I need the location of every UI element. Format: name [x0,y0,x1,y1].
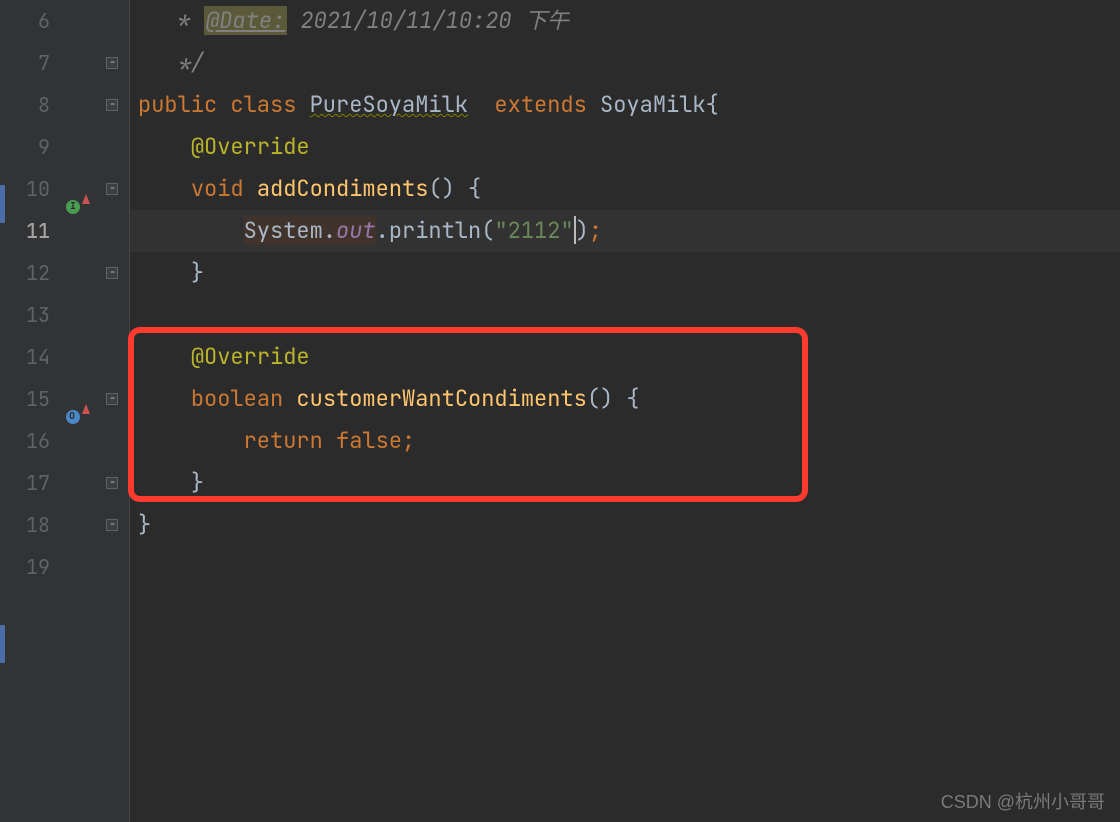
paren: ) [576,216,589,245]
fold-collapse-icon[interactable] [106,56,122,72]
keyword: boolean [191,384,297,413]
code-line[interactable]: boolean customerWantCondiments() { [138,378,1120,420]
annotation: @Override [191,132,310,161]
method-declaration: addCondiments [257,174,429,203]
fold-collapse-icon[interactable] [106,266,122,282]
fold-gutter [100,0,130,822]
code-line[interactable] [138,294,1120,336]
brace: } [138,510,151,539]
fold-collapse-icon[interactable] [106,182,122,198]
line-number[interactable]: 7 [0,42,60,84]
code-line[interactable]: } [138,252,1120,294]
code-line[interactable]: @Override [138,126,1120,168]
method-call: println [389,216,481,245]
brace: } [191,258,204,287]
brace: } [191,468,204,497]
code-line[interactable]: * @Date: 2021/10/11/10:20 下午 [138,0,1120,42]
code-line[interactable]: */ [138,42,1120,84]
code-line-current[interactable]: System.out.println("2112"); [138,210,1120,252]
line-number[interactable]: 6 [0,0,60,42]
code-line[interactable]: return false; [138,420,1120,462]
brace: { [706,90,719,119]
code-editor[interactable]: 6 7 8 9 10 11 12 13 14 15 16 17 18 19 [0,0,1120,822]
comment-text: 2021/10/11/10:20 下午 [287,6,569,35]
gutter-markers [60,0,100,822]
line-number[interactable]: 13 [0,294,60,336]
params: () [587,384,613,413]
semicolon: ; [402,426,415,455]
code-line[interactable]: void addCondiments() { [138,168,1120,210]
comment-text: * [164,6,204,35]
fold-collapse-icon[interactable] [106,476,122,492]
comment-text: */ [164,48,204,77]
line-number-gutter[interactable]: 6 7 8 9 10 11 12 13 14 15 16 17 18 19 [0,0,60,822]
string-literal: "2112" [494,216,573,245]
params: () [428,174,454,203]
keyword: return [244,426,336,455]
modification-indicator [0,185,5,223]
code-line[interactable] [138,546,1120,588]
keyword: void [191,174,257,203]
implements-method-icon[interactable] [66,192,84,210]
overrides-method-icon[interactable] [66,402,84,420]
method-declaration: customerWantCondiments [296,384,586,413]
line-number[interactable]: 14 [0,336,60,378]
line-number[interactable]: 15 [0,378,60,420]
line-number[interactable]: 19 [0,546,60,588]
keyword: public [138,90,230,119]
class-name: PureSoyaMilk [310,90,468,119]
static-field: out [336,216,376,245]
annotation: @Override [191,342,310,371]
keyword: class [230,90,309,119]
line-number[interactable]: 9 [0,126,60,168]
line-number[interactable]: 8 [0,84,60,126]
class-name: SoyaMilk [600,90,706,119]
code-line[interactable]: public class PureSoyaMilk extends SoyaMi… [138,84,1120,126]
fold-collapse-icon[interactable] [106,518,122,534]
code-line[interactable]: } [138,462,1120,504]
code-line[interactable]: @Override [138,336,1120,378]
paren: ( [481,216,494,245]
fold-collapse-icon[interactable] [106,392,122,408]
line-number[interactable]: 12 [0,252,60,294]
line-number-current[interactable]: 11 [0,210,60,252]
watermark-text: CSDN @杭州小哥哥 [941,788,1105,814]
fold-collapse-icon[interactable] [106,98,122,114]
line-number[interactable]: 10 [0,168,60,210]
code-content-area[interactable]: * @Date: 2021/10/11/10:20 下午 */ public c… [130,0,1120,822]
modification-indicator [0,625,5,663]
line-number[interactable]: 18 [0,504,60,546]
line-number[interactable]: 17 [0,462,60,504]
keyword: false [336,426,402,455]
identifier: System [244,216,323,245]
brace: { [613,384,639,413]
doc-tag: @Date: [204,6,287,35]
code-line[interactable]: } [138,504,1120,546]
keyword: extends [494,90,600,119]
semicolon: ; [589,216,602,245]
line-number[interactable]: 16 [0,420,60,462]
brace: { [455,174,481,203]
